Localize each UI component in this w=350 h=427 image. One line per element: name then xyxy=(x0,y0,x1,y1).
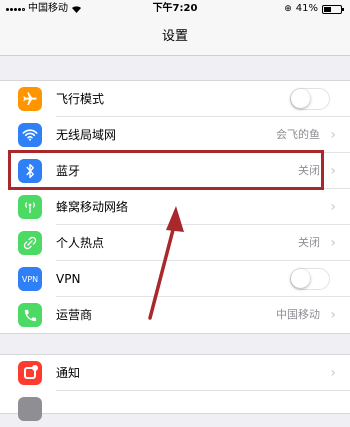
annotation-arrow xyxy=(148,206,184,320)
